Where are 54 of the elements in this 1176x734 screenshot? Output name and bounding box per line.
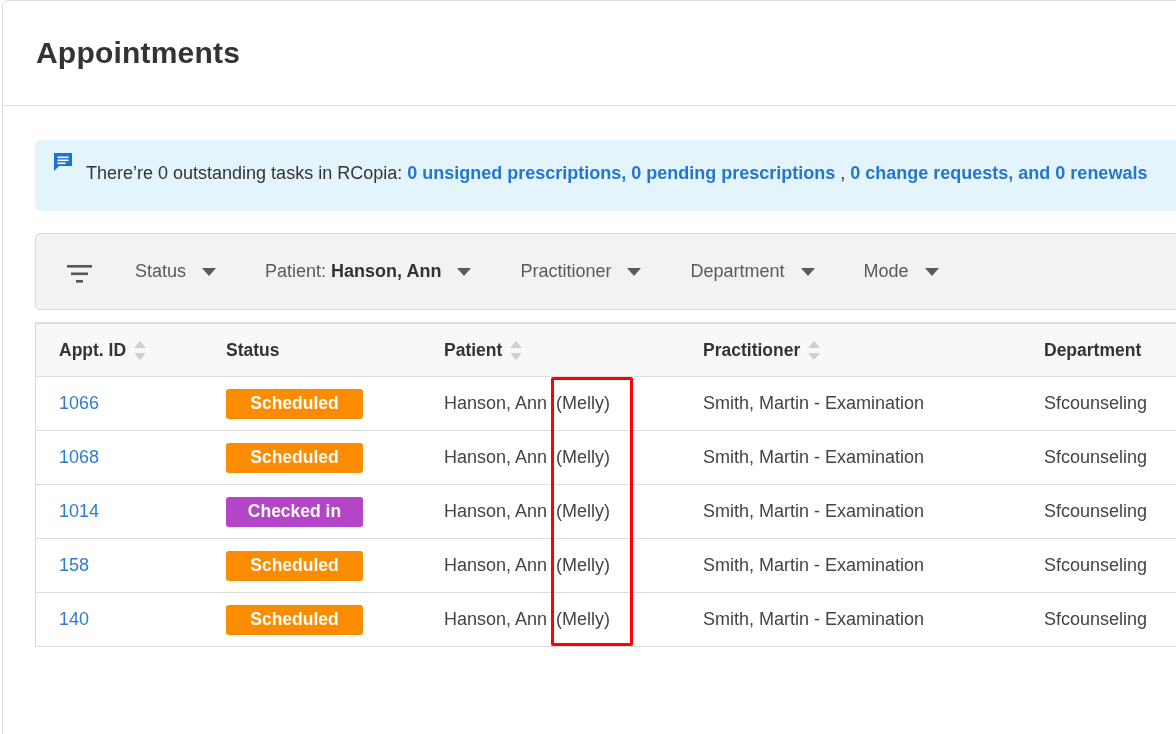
appointment-id-link[interactable]: 140 (59, 609, 90, 630)
appointment-id-link[interactable]: 158 (59, 555, 90, 576)
sort-icon[interactable] (808, 340, 821, 360)
sort-icon[interactable] (510, 340, 523, 360)
sort-icon[interactable] (134, 340, 147, 360)
department-text: Sfcounseling (1044, 609, 1148, 630)
department-text: Sfcounseling (1044, 393, 1148, 414)
appointment-id-link[interactable]: 1014 (59, 501, 100, 522)
department-text: Sfcounseling (1044, 555, 1148, 576)
filter-dropdown[interactable]: Mode (863, 261, 939, 282)
patient-nickname: (Melly) (556, 609, 610, 630)
practitioner-text: Smith, Martin - Examination (703, 555, 925, 576)
caret-icon (627, 267, 642, 276)
column-header[interactable]: Patient (444, 339, 503, 361)
patient-nickname: (Melly) (556, 555, 610, 576)
filter-icon[interactable] (67, 264, 92, 283)
status-badge: Scheduled (226, 604, 363, 635)
patient-name: Hanson, Ann (444, 393, 549, 414)
column-header: Department (1044, 339, 1142, 361)
caret-icon (800, 267, 815, 276)
patient-nickname: (Melly) (556, 393, 610, 414)
page-title: Appointments (36, 36, 241, 70)
patient-name: Hanson, Ann (444, 609, 549, 630)
status-badge: Checked in (226, 496, 363, 527)
caret-icon (202, 267, 217, 276)
column-header: Status (226, 339, 280, 361)
filter-dropdown[interactable]: Department (690, 261, 815, 282)
notice-text: There’re 0 outstanding tasks in RCopia: 0 unsigned prescriptions, 0 pending prescriptions , 0 change requests, and 0 renewals (86, 162, 1148, 185)
filter-dropdown[interactable]: Patient: Hanson, Ann (265, 261, 472, 282)
patient-nickname: (Melly) (556, 501, 610, 522)
patient-name: Hanson, Ann (444, 555, 549, 576)
practitioner-text: Smith, Martin - Examination (703, 609, 925, 630)
department-text: Sfcounseling (1044, 501, 1148, 522)
caret-icon (924, 267, 939, 276)
practitioner-text: Smith, Martin - Examination (703, 501, 925, 522)
column-header[interactable]: Practitioner (703, 339, 801, 361)
message-icon (53, 152, 73, 172)
patient-name: Hanson, Ann (444, 501, 549, 522)
appointment-id-link[interactable]: 1066 (59, 393, 100, 414)
status-badge: Scheduled (226, 388, 363, 419)
department-text: Sfcounseling (1044, 447, 1148, 468)
column-header[interactable]: Appt. ID (59, 339, 127, 361)
practitioner-text: Smith, Martin - Examination (703, 393, 925, 414)
appointment-id-link[interactable]: 1068 (59, 447, 100, 468)
filter-dropdown[interactable]: Status (135, 261, 217, 282)
patient-name: Hanson, Ann (444, 447, 549, 468)
status-badge: Scheduled (226, 550, 363, 581)
practitioner-text: Smith, Martin - Examination (703, 447, 925, 468)
notice-link[interactable]: 0 unsigned prescriptions, 0 pending prescriptions (407, 163, 836, 183)
caret-icon (457, 267, 472, 276)
status-badge: Scheduled (226, 442, 363, 473)
notice-link[interactable]: 0 change requests, and 0 renewals (850, 163, 1148, 183)
patient-nickname: (Melly) (556, 447, 610, 468)
filter-dropdown[interactable]: Practitioner (520, 261, 642, 282)
